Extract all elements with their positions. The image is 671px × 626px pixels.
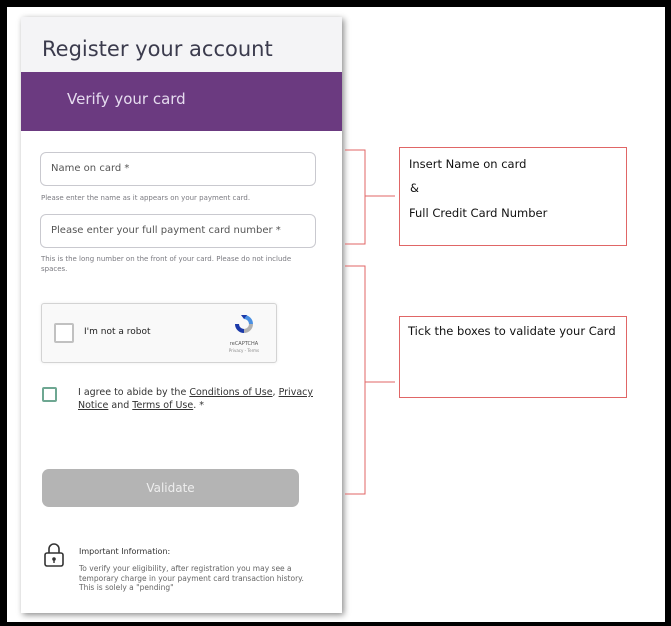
card-number-placeholder: Please enter your full payment card numb… (51, 225, 281, 236)
card-fields-bracket (345, 149, 395, 245)
callout-line-name: Insert Name on card (409, 157, 527, 171)
agree-text-part: I agree to abide by the (78, 387, 190, 398)
important-info-title: Important Information: (79, 547, 171, 556)
recaptcha-brand: reCAPTCHA (229, 341, 259, 347)
card-number-field[interactable]: Please enter your full payment card numb… (40, 214, 316, 248)
validate-callout: Tick the boxes to validate your Card (399, 316, 627, 398)
validate-button[interactable]: Validate (42, 469, 299, 507)
recaptcha-checkbox[interactable] (54, 323, 74, 343)
validation-bracket (345, 265, 395, 495)
recaptcha-icon (235, 315, 253, 333)
banner-title: Verify your card (67, 90, 186, 108)
agree-text-part: . * (193, 400, 204, 411)
verify-card-banner: Verify your card (21, 72, 342, 131)
card-details-callout: Insert Name on card & Full Credit Card N… (399, 147, 627, 246)
recaptcha-terms-link[interactable]: Privacy - Terms (218, 348, 270, 353)
recaptcha-widget: I'm not a robot reCAPTCHA Privacy - Term… (41, 303, 277, 363)
page-title: Register your account (42, 37, 273, 61)
registration-screen: Register your account Verify your card N… (21, 17, 342, 613)
name-on-card-hint: Please enter the name as it appears on y… (41, 194, 251, 202)
agree-terms-text: I agree to abide by the Conditions of Us… (78, 386, 314, 412)
agree-terms-checkbox[interactable] (42, 387, 57, 402)
callout-line-ampersand: & (410, 181, 419, 195)
lock-icon (44, 543, 64, 567)
agree-text-part: and (108, 400, 133, 411)
callout-line-number: Full Credit Card Number (409, 206, 548, 220)
conditions-of-use-link[interactable]: Conditions of Use (189, 387, 272, 398)
important-info-body: To verify your eligibility, after regist… (79, 564, 304, 592)
name-on-card-field[interactable]: Name on card * (40, 152, 316, 186)
page-header: Register your account (21, 17, 342, 72)
terms-of-use-link[interactable]: Terms of Use (132, 400, 193, 411)
name-on-card-placeholder: Name on card * (51, 163, 130, 174)
card-number-hint: This is the long number on the front of … (41, 255, 292, 273)
callout-validate-text: Tick the boxes to validate your Card (408, 324, 616, 338)
recaptcha-label: I'm not a robot (84, 327, 151, 337)
